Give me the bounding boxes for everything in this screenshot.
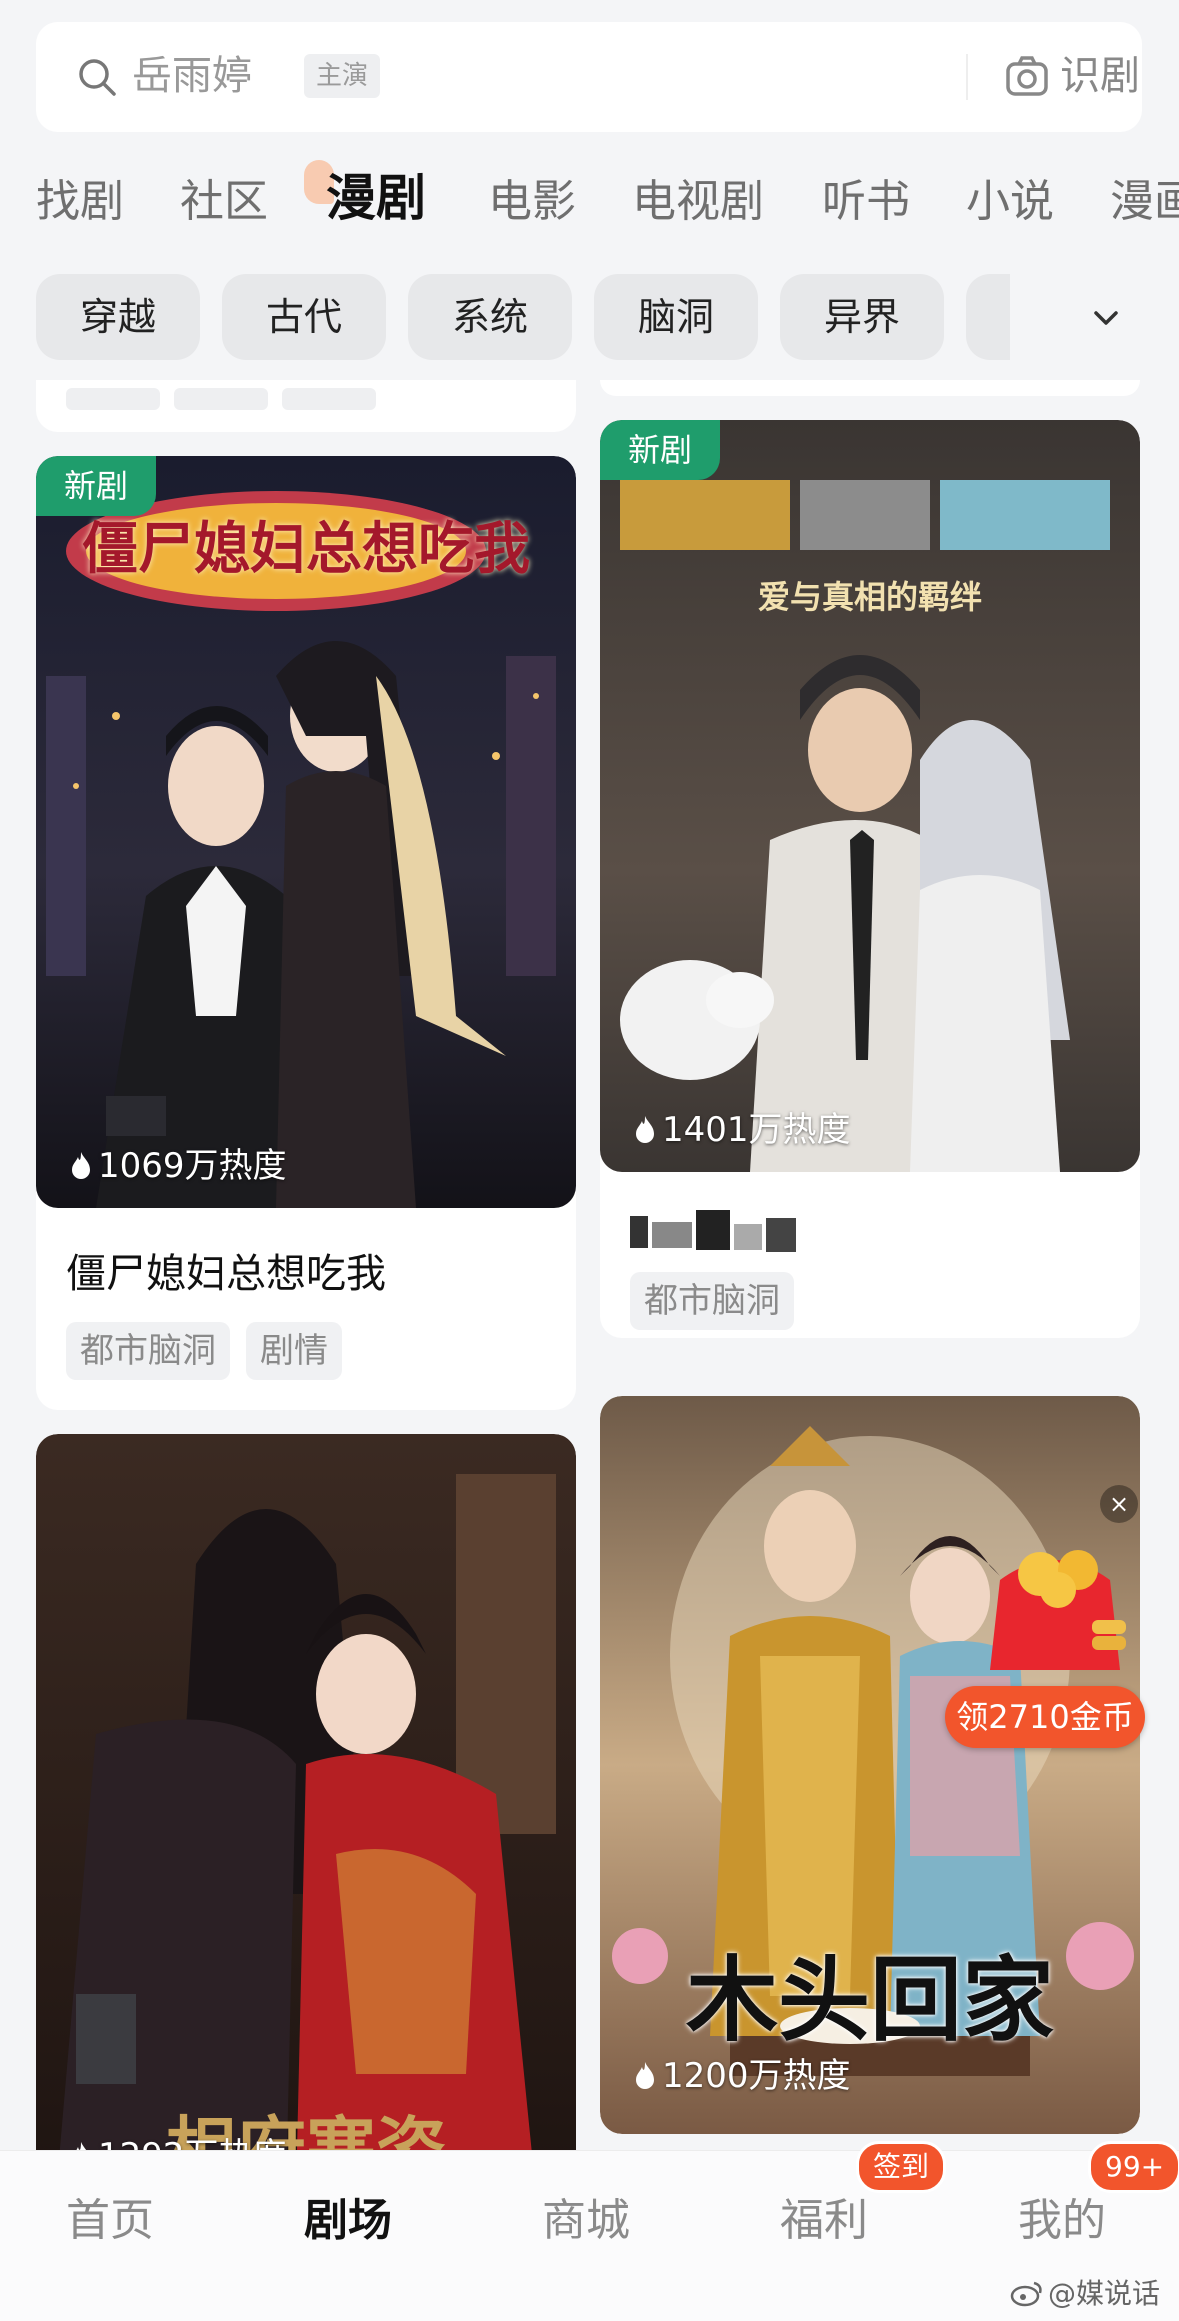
camera-scan-icon[interactable] [1004,54,1050,100]
nav-home[interactable]: 首页 [66,2191,154,2251]
fire-icon [72,1152,90,1179]
censored-title [630,1210,796,1252]
query-role-badge: 主演 [304,54,381,98]
tab-find[interactable]: 找剧 [36,172,124,232]
tab-comic-drama[interactable]: 漫剧 [326,168,426,228]
tab-novel[interactable]: 小说 [966,172,1054,232]
search-divider [966,54,968,100]
heat-count-value: 1069万热度 [98,1146,287,1186]
previous-card-fragment [600,380,1140,396]
tab-community[interactable]: 社区 [180,172,268,232]
fire-icon [636,2062,654,2089]
fire-icon [76,2142,87,2150]
drama-genre-tag[interactable]: 剧情 [246,1322,342,1380]
tab-comic[interactable]: 漫画 [1110,172,1179,232]
nav-welfare[interactable]: 福利 [780,2191,868,2251]
close-icon[interactable]: × [1100,1485,1138,1523]
heat-count: 1292万热度 [70,2132,287,2150]
nav-theater[interactable]: 剧场 [304,2191,392,2251]
filter-chip[interactable]: 系统 [408,274,572,360]
weibo-icon [1010,2281,1042,2307]
cover-illustration [36,1434,576,2150]
filter-chip[interactable]: 异界 [780,274,944,360]
drama-card[interactable]: 僵尸媳妇总想吃我 新剧 1069万热度 僵尸媳妇总想吃我 都市脑洞 剧情 [36,456,576,1410]
filter-chip[interactable]: 穿越 [36,274,200,360]
bottom-nav: 首页 剧场 商城 福利 签到 我的 99+ [0,2141,1179,2321]
watermark: @媒说话 [1010,2272,1160,2312]
heat-count-value: 1292万热度 [98,2136,287,2150]
watermark-text: @媒说话 [1048,2277,1161,2310]
drama-cover[interactable]: 僵尸媳妇总想吃我 新剧 1069万热度 [36,456,576,1208]
drama-card[interactable]: 爱与真相的羁绊 新剧 1401万热度 都市脑洞 [600,420,1140,1338]
category-tabs: 找剧 社区 漫剧 电影 电视剧 听书 小说 漫画 [0,160,1179,250]
drama-card[interactable]: 相府寒姿 1292万热度 [36,1434,576,2150]
filter-chip[interactable]: 脑洞 [594,274,758,360]
search-query[interactable]: 岳雨婷 [132,46,252,106]
cover-title-art: 僵尸媳妇总想吃我 [82,517,530,582]
fire-icon [636,1116,654,1143]
drama-cover[interactable]: 爱与真相的羁绊 新剧 1401万热度 [600,420,1140,1172]
drama-cover[interactable]: 相府寒姿 1292万热度 [36,1434,576,2150]
chevron-down-icon[interactable] [1088,300,1124,336]
heat-count: 1200万热度 [634,2052,851,2100]
cover-subtitle: 爱与真相的羁绊 [757,578,982,616]
cover-title-art: 木头回家 [685,1947,1054,2054]
drama-genre-tag[interactable]: 都市脑洞 [66,1322,230,1380]
drama-genre-tag[interactable]: 都市脑洞 [630,1272,794,1330]
heat-count: 1069万热度 [70,1142,287,1190]
drama-cover[interactable]: 木头回家 1200万热度 [600,1396,1140,2134]
nav-me[interactable]: 我的 [1018,2191,1106,2251]
tab-movie[interactable]: 电影 [488,172,576,232]
nav-mall[interactable]: 商城 [542,2191,630,2251]
notification-count-badge: 99+ [1088,2141,1179,2193]
identify-drama-button[interactable]: 识剧 [1060,46,1140,106]
red-envelope-icon[interactable] [980,1540,1130,1680]
filter-chip[interactable]: 古代 [222,274,386,360]
search-icon [79,59,116,96]
claim-coins-button[interactable]: 领2710金币 [945,1686,1145,1748]
new-drama-tag: 新剧 [36,456,156,516]
tab-tv-series[interactable]: 电视剧 [632,172,764,232]
drama-card[interactable]: 木头回家 1200万热度 [600,1396,1140,2134]
drama-title[interactable]: 僵尸媳妇总想吃我 [66,1246,386,1302]
heat-count: 1401万热度 [634,1106,851,1154]
new-drama-tag: 新剧 [600,420,720,480]
drama-feed[interactable]: 僵尸媳妇总想吃我 新剧 1069万热度 僵尸媳妇总想吃我 都市脑洞 剧情 爱与真… [0,380,1179,2150]
checkin-badge: 签到 [856,2141,947,2193]
cover-illustration [600,420,1140,1172]
heat-count-value: 1401万热度 [662,1110,851,1150]
tab-audiobook[interactable]: 听书 [822,172,910,232]
previous-card-fragment [36,380,576,432]
search-bar[interactable]: 岳雨婷 主演 识剧 [36,22,1142,132]
heat-count-value: 1200万热度 [662,2056,851,2096]
